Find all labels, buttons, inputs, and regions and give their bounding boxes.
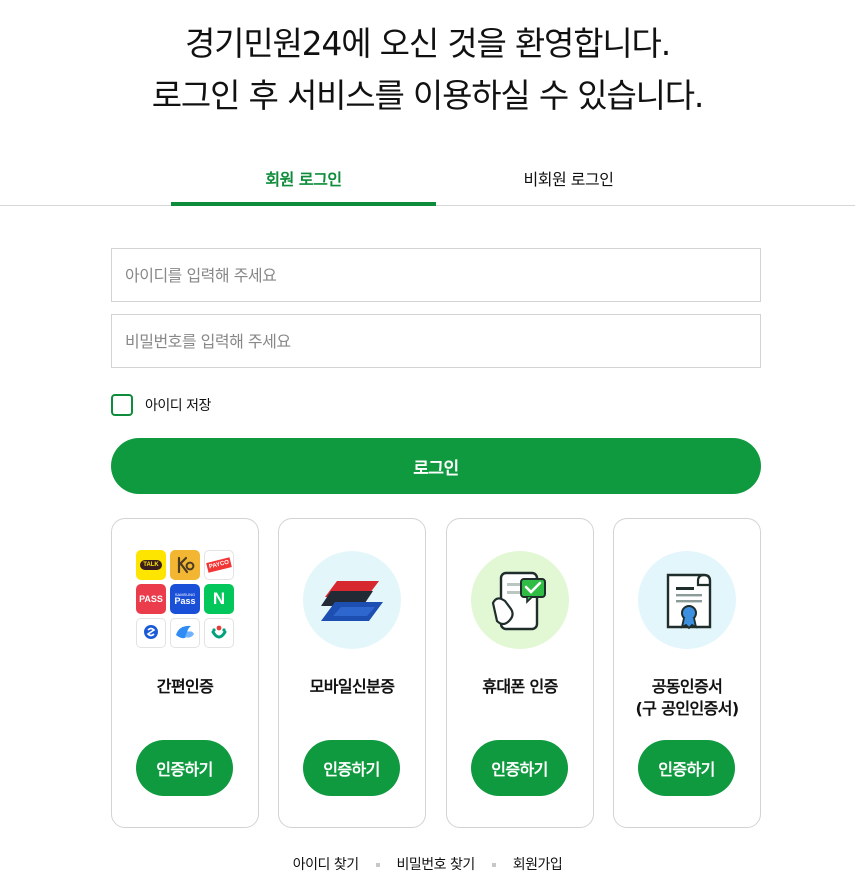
find-password-link[interactable]: 비밀번호 찾기	[397, 857, 476, 873]
find-id-link[interactable]: 아이디 찾기	[293, 857, 359, 873]
auth-title-mobile-id: 모바일신분증	[309, 677, 395, 696]
phone-auth-button[interactable]: 인증하기	[471, 740, 568, 796]
kb-bank-icon	[170, 550, 200, 580]
login-tabs: 회원 로그인 비회원 로그인	[0, 160, 855, 206]
welcome-line-1: 경기민원24에 오신 것을 환영합니다.	[185, 24, 671, 63]
phone-verified-icon	[471, 551, 569, 649]
auth-card-easy: TALK PAYCO PASS SAMSUNG Pass N 간편인증 인증하기	[111, 518, 259, 828]
remember-id-checkbox[interactable]	[111, 394, 133, 416]
login-button[interactable]: 로그인	[111, 438, 761, 494]
tab-guest-login[interactable]: 비회원 로그인	[436, 160, 701, 206]
pass-icon: PASS	[136, 584, 166, 614]
id-input[interactable]	[111, 248, 761, 302]
auth-title-certificate: 공동인증서 (구 공인인증서)	[614, 676, 760, 720]
easy-auth-app-grid-icon: TALK PAYCO PASS SAMSUNG Pass N	[136, 550, 234, 648]
toss-icon	[170, 618, 200, 648]
mobile-id-auth-button[interactable]: 인증하기	[303, 740, 400, 796]
auth-title-certificate-line2: (구 공인인증서)	[635, 699, 739, 718]
auth-title-phone: 휴대폰 인증	[482, 677, 558, 696]
pass-label: PASS	[139, 594, 163, 604]
link-separator	[491, 863, 496, 867]
mobile-id-card-icon	[303, 551, 401, 649]
auth-card-phone: 휴대폰 인증 인증하기	[446, 518, 594, 828]
naver-label: N	[212, 589, 226, 608]
certificate-scroll-icon	[638, 551, 736, 649]
easy-auth-button[interactable]: 인증하기	[136, 740, 233, 796]
kakao-icon: TALK	[136, 550, 166, 580]
naver-icon: N	[204, 584, 234, 614]
account-links: 아이디 찾기 비밀번호 찾기 회원가입	[0, 854, 855, 874]
kakao-talk-label: TALK	[140, 560, 162, 570]
samsung-pass-label: Pass	[174, 595, 196, 606]
auth-title-easy: 간편인증	[156, 677, 214, 696]
auth-title-certificate-line1: 공동인증서	[651, 677, 723, 696]
welcome-line-2: 로그인 후 서비스를 이용하실 수 있습니다.	[151, 76, 705, 115]
hana-bank-icon	[204, 618, 234, 648]
welcome-message: 경기민원24에 오신 것을 환영합니다. 로그인 후 서비스를 이용하실 수 있…	[0, 18, 855, 122]
payco-label: PAYCO	[205, 557, 233, 573]
payco-icon: PAYCO	[204, 550, 234, 580]
remember-id-toggle[interactable]: 아이디 저장	[111, 394, 211, 416]
link-separator	[375, 863, 380, 867]
certificate-auth-button[interactable]: 인증하기	[638, 740, 735, 796]
tab-member-login[interactable]: 회원 로그인	[171, 160, 436, 206]
auth-card-certificate: 공동인증서 (구 공인인증서) 인증하기	[613, 518, 761, 828]
samsung-pass-icon: SAMSUNG Pass	[170, 584, 200, 614]
auth-card-mobile-id: 모바일신분증 인증하기	[278, 518, 426, 828]
password-input[interactable]	[111, 314, 761, 368]
signup-link[interactable]: 회원가입	[513, 857, 563, 873]
shinhan-bank-icon	[136, 618, 166, 648]
remember-id-label: 아이디 저장	[145, 398, 211, 414]
